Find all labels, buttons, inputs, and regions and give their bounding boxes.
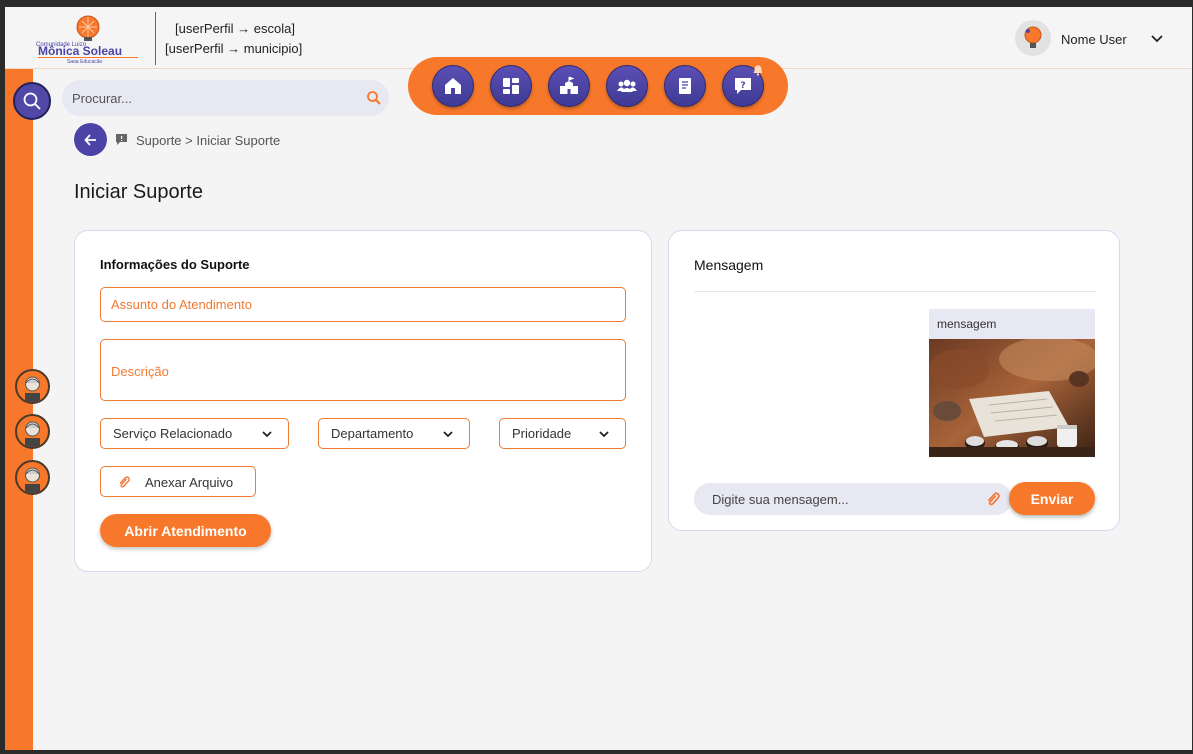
chevron-down-icon: [599, 431, 609, 438]
open-ticket-button[interactable]: Abrir Atendimento: [100, 514, 271, 547]
message-bubble: mensagem: [929, 309, 1095, 457]
person-avatar-icon: [25, 376, 40, 402]
nav-dashboard-button[interactable]: [490, 65, 532, 107]
message-input[interactable]: [712, 483, 972, 515]
sidebar-search-button[interactable]: [13, 82, 51, 120]
search-icon[interactable]: [366, 90, 382, 106]
paperclip-icon[interactable]: [985, 491, 1001, 507]
support-info-card: Informações do Suporte Serviço Relaciona…: [74, 230, 652, 572]
dashboard-icon: [503, 78, 519, 94]
brand-logo[interactable]: Comunidade Luizo Mônica Soleau Saga Educ…: [33, 13, 143, 65]
svg-text:Mônica Soleau: Mônica Soleau: [38, 44, 122, 58]
perfil-escola: [userPerfil → escola]: [175, 21, 295, 36]
person-avatar-icon: [25, 467, 40, 493]
subject-field[interactable]: [100, 287, 626, 322]
attach-file-label: Anexar Arquivo: [145, 475, 234, 490]
sidebar-avatar-1[interactable]: [15, 369, 50, 404]
document-icon: [679, 78, 691, 94]
message-card: Mensagem mensagem Digite sua mensagem...…: [668, 230, 1120, 531]
service-select[interactable]: Serviço Relacionado: [100, 418, 289, 449]
search-bar: [62, 80, 389, 116]
back-button[interactable]: [74, 123, 107, 156]
description-field[interactable]: [100, 339, 626, 401]
nav-users-button[interactable]: [606, 65, 648, 107]
users-icon: [617, 79, 637, 92]
message-image[interactable]: [929, 339, 1095, 457]
priority-select-label: Prioridade: [512, 426, 572, 441]
send-button[interactable]: Enviar: [1009, 482, 1095, 515]
user-name[interactable]: Nome User: [1061, 32, 1127, 47]
department-select[interactable]: Departamento: [318, 418, 470, 449]
school-icon: [560, 76, 578, 94]
sidebar-avatar-2[interactable]: [15, 414, 50, 449]
chevron-down-icon[interactable]: [1149, 30, 1165, 46]
nav-documents-button[interactable]: [664, 65, 706, 107]
sidebar-avatar-3[interactable]: [15, 460, 50, 495]
user-avatar[interactable]: [1015, 20, 1051, 56]
service-select-label: Serviço Relacionado: [113, 426, 233, 441]
paperclip-icon: [119, 476, 130, 488]
top-nav: ?: [408, 57, 788, 115]
perfil-municipio: [userPerfil → municipio]: [165, 41, 303, 56]
support-icon: ?: [735, 78, 751, 94]
department-select-label: Departamento: [331, 426, 414, 441]
home-icon: [445, 78, 461, 94]
svg-text:?: ?: [740, 81, 745, 91]
svg-text:Saga Educação: Saga Educação: [67, 59, 103, 63]
chevron-down-icon: [443, 431, 453, 438]
attach-file-button[interactable]: Anexar Arquivo: [100, 466, 256, 497]
app-window: Comunidade Luizo Mônica Soleau Saga Educ…: [5, 7, 1192, 750]
divider: [694, 291, 1096, 292]
chevron-down-icon: [262, 431, 272, 438]
message-text: mensagem: [937, 317, 997, 331]
search-icon: [23, 92, 41, 110]
breadcrumb: Suporte > Iniciar Suporte: [136, 133, 281, 148]
priority-select[interactable]: Prioridade: [499, 418, 626, 449]
arrow-left-icon: [83, 133, 96, 146]
page-title: Iniciar Suporte: [74, 181, 203, 203]
bell-icon[interactable]: [752, 63, 764, 76]
support-icon: [115, 133, 128, 146]
message-title: Mensagem: [694, 257, 764, 273]
nav-school-button[interactable]: [548, 65, 590, 107]
person-avatar-icon: [25, 421, 40, 447]
sidebar: [5, 69, 33, 750]
header-divider: [155, 12, 156, 65]
search-input[interactable]: [72, 80, 352, 116]
message-input-wrapper: [694, 483, 1012, 515]
nav-home-button[interactable]: [432, 65, 474, 107]
section-title: Informações do Suporte: [100, 257, 250, 272]
